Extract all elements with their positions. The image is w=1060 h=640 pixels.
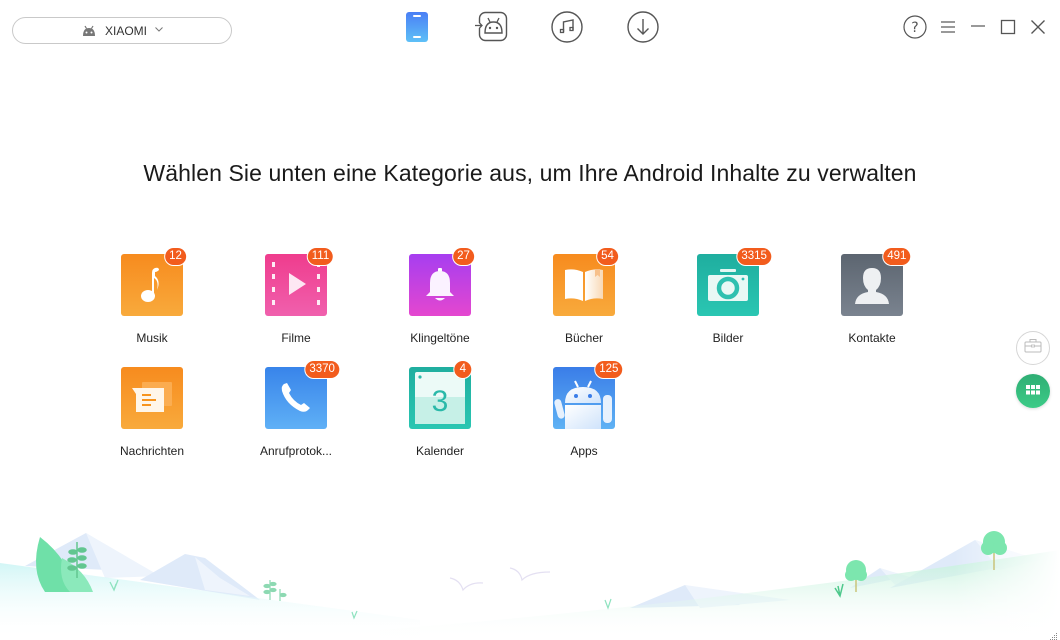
count-badge: 491 xyxy=(882,247,912,266)
music-note-icon xyxy=(551,10,583,48)
category-klingeltoene[interactable]: 27 Klingeltöne xyxy=(380,247,500,364)
count-badge: 54 xyxy=(596,247,619,266)
category-label: Anrufprotok... xyxy=(259,444,333,458)
count-badge: 27 xyxy=(452,247,475,266)
category-nachrichten[interactable]: Nachrichten xyxy=(92,367,212,477)
category-anrufprotokoll[interactable]: 3370 Anrufprotok... xyxy=(236,360,356,477)
nav-media-manager[interactable] xyxy=(550,10,584,48)
page-title: Wählen Sie unten eine Kategorie aus, um … xyxy=(143,160,917,186)
svg-text:?: ? xyxy=(911,20,918,36)
category-apps[interactable]: 125 Apps xyxy=(524,360,644,477)
category-label: Kalender xyxy=(415,444,465,458)
category-bilder[interactable]: 3315 Bilder xyxy=(668,247,788,364)
menu-icon xyxy=(940,20,956,39)
close-button[interactable] xyxy=(1028,16,1048,42)
grid-icon xyxy=(1026,382,1040,400)
message-icon xyxy=(121,367,183,429)
maximize-button[interactable] xyxy=(998,16,1018,42)
count-badge: 3315 xyxy=(736,247,772,266)
menu-button[interactable] xyxy=(938,16,958,42)
category-view-button[interactable] xyxy=(1016,374,1050,408)
category-musik[interactable]: 12 Musik xyxy=(92,247,212,364)
window-controls: ? xyxy=(902,14,1048,44)
nav-device-manager[interactable] xyxy=(400,11,434,48)
count-badge: 12 xyxy=(164,247,187,266)
category-label: Apps xyxy=(570,444,598,458)
android-transfer-icon xyxy=(475,11,509,48)
main-nav xyxy=(400,10,660,48)
minimize-button[interactable] xyxy=(968,16,988,42)
count-badge: 125 xyxy=(594,360,624,379)
device-name: XIAOMI xyxy=(104,23,147,38)
help-button[interactable]: ? xyxy=(902,14,928,44)
category-label: Bücher xyxy=(564,331,604,345)
chevron-down-icon xyxy=(155,27,163,32)
nav-android-mover[interactable] xyxy=(475,11,509,48)
category-label: Filme xyxy=(281,331,311,345)
maximize-icon xyxy=(1000,19,1016,40)
download-icon xyxy=(627,10,659,48)
count-badge: 3370 xyxy=(304,360,340,379)
category-label: Bilder xyxy=(712,331,744,345)
toolbox-button[interactable] xyxy=(1016,331,1050,365)
count-badge: 4 xyxy=(453,360,473,379)
category-filme[interactable]: 111 Filme xyxy=(236,247,356,364)
minimize-icon xyxy=(970,20,986,39)
category-label: Klingeltöne xyxy=(410,331,470,345)
nav-downloader[interactable] xyxy=(626,10,660,48)
help-icon: ? xyxy=(903,14,927,44)
android-icon xyxy=(81,25,97,37)
count-badge: 111 xyxy=(306,247,335,266)
resize-grip[interactable] xyxy=(1048,628,1058,640)
category-buecher[interactable]: 54 Bücher xyxy=(524,247,644,364)
landscape-illustration xyxy=(0,500,1060,640)
calendar-day: 3 xyxy=(432,385,449,418)
phone-icon xyxy=(405,11,429,48)
category-label: Nachrichten xyxy=(119,444,185,458)
device-selector[interactable]: XIAOMI xyxy=(12,17,232,44)
briefcase-icon xyxy=(1024,338,1042,358)
category-label: Musik xyxy=(136,331,168,345)
category-label: Kontakte xyxy=(848,331,896,345)
category-kontakte[interactable]: 491 Kontakte xyxy=(812,247,932,364)
category-kalender[interactable]: 3 4 Kalender xyxy=(380,360,500,477)
close-icon xyxy=(1030,19,1046,40)
